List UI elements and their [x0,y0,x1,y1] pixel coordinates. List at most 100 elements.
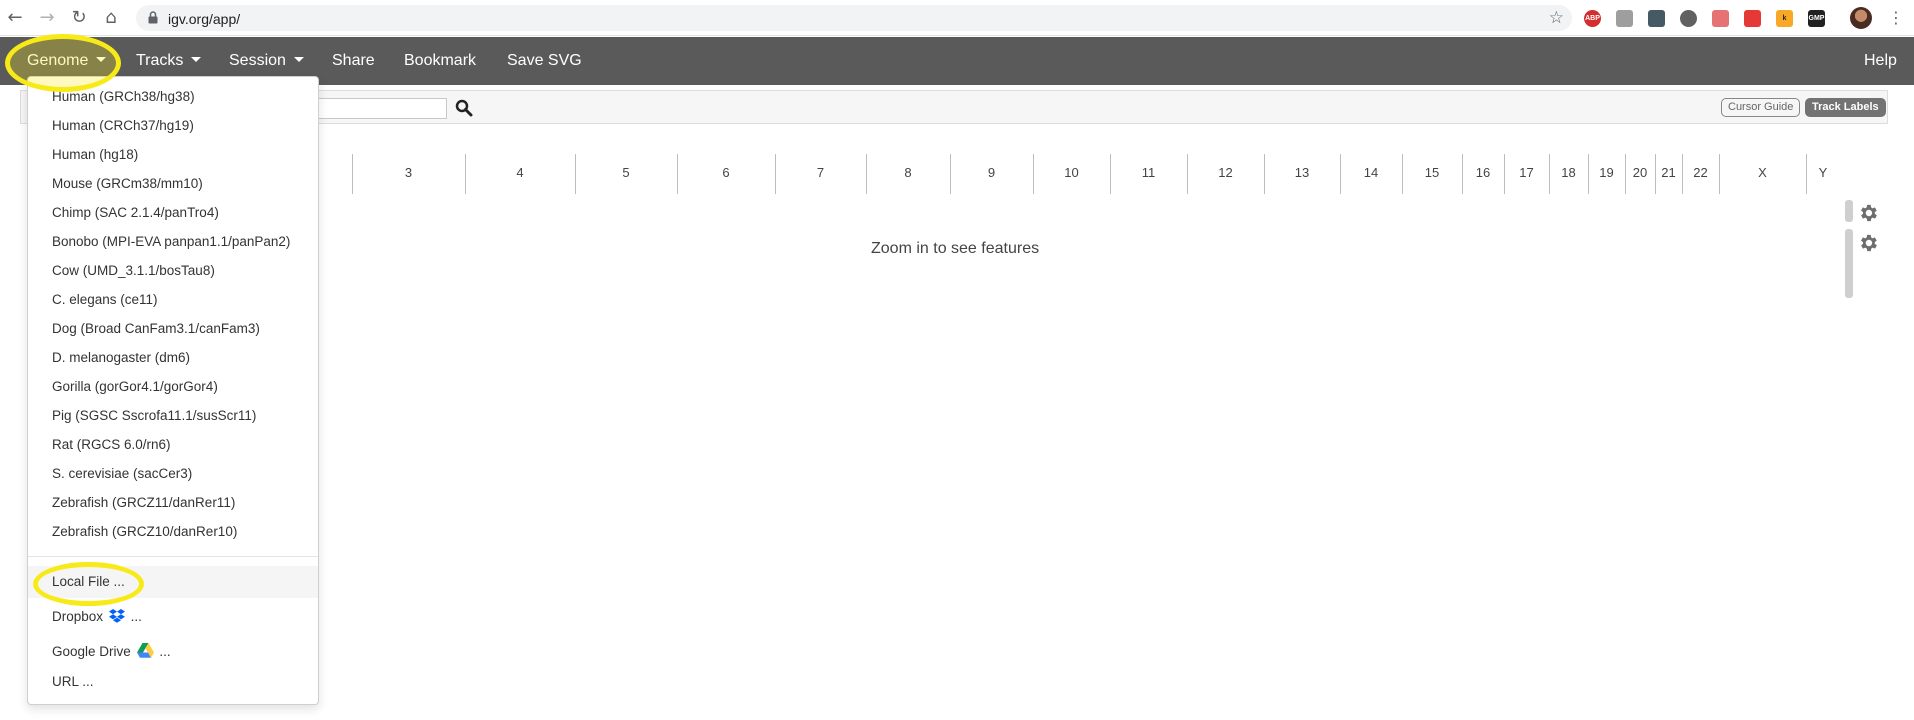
chromosome-label[interactable]: 14 [1356,165,1386,180]
locus-search-input[interactable] [311,98,447,119]
genome-highlight-circle [5,34,121,92]
chromosome-separator [1264,154,1265,194]
menu-item-genome[interactable]: Gorilla (gorGor4.1/gorGor4) [52,379,218,394]
menu-item-genome[interactable]: Zebrafish (GRCZ11/danRer11) [52,495,235,510]
bookmark-button[interactable]: Bookmark [404,37,476,85]
menu-item-dropbox[interactable]: Dropbox ... [52,609,142,624]
chromosome-label[interactable]: 7 [806,165,836,180]
menu-item-url[interactable]: URL ... [52,674,94,689]
chromosome-label[interactable]: 10 [1057,165,1087,180]
chromosome-label[interactable]: 22 [1686,165,1716,180]
chromosome-separator [866,154,867,194]
help-button[interactable]: Help [1864,37,1897,85]
menu-item-genome[interactable]: Pig (SGSC Sscrofa11.1/susScr11) [52,408,256,423]
menu-item-genome[interactable]: S. cerevisiae (sacCer3) [52,466,192,481]
menu-item-genome[interactable]: Rat (RGCS 6.0/rn6) [52,437,171,452]
chromosome-label[interactable]: 17 [1512,165,1542,180]
chromosome-separator [352,154,353,194]
chromosome-label[interactable]: 20 [1625,165,1655,180]
menu-item-genome[interactable]: D. melanogaster (dm6) [52,350,190,365]
caret-down-icon [293,57,304,62]
avatar[interactable] [1850,7,1872,29]
chromosome-separator [1549,154,1550,194]
forward-icon[interactable]: → [36,7,58,29]
chromosome-label[interactable]: 11 [1134,165,1164,180]
chromosome-label[interactable]: 16 [1468,165,1498,180]
extension-icon-6[interactable] [1744,10,1761,27]
menu-item-genome[interactable]: Human (CRCh37/hg19) [52,118,194,133]
back-icon[interactable]: ← [4,7,26,29]
chromosome-label[interactable]: 13 [1287,165,1317,180]
google-drive-label: Google Drive [52,644,131,659]
chromosome-label[interactable]: 8 [893,165,923,180]
extension-icon-3[interactable] [1648,10,1665,27]
chromosome-label[interactable]: 5 [611,165,641,180]
chromosome-separator [775,154,776,194]
share-button[interactable]: Share [332,37,375,85]
browser-menu-icon[interactable]: ⋮ [1888,8,1904,27]
menu-item-genome[interactable]: Human (hg18) [52,147,138,162]
chromosome-separator [1806,154,1807,194]
chromosome-label[interactable]: 19 [1592,165,1622,180]
dropbox-icon [108,609,125,623]
chromosome-label[interactable]: X [1748,165,1778,180]
pdf-extension-icon[interactable] [1712,10,1729,27]
chromosome-separator [1462,154,1463,194]
reload-icon[interactable]: ↻ [68,7,90,29]
extension-icon-4[interactable] [1680,10,1697,27]
menu-divider [28,556,318,557]
chromosome-separator [950,154,951,194]
genome-dropdown-menu: Human (GRCh38/hg38) Human (CRCh37/hg19) Hu… [27,76,319,705]
lock-icon [148,11,158,24]
chromosome-label[interactable]: 6 [711,165,741,180]
chromosome-separator [1682,154,1683,194]
tracks-menu-label: Tracks [136,52,184,69]
chromosome-ideogram[interactable]: 3 4 5 6 7 8 9 10 11 12 13 14 15 16 17 18 19 20 21 22 X Y [340,154,1840,194]
browser-chrome: ← → ↻ ⌂ igv.org/app/ ☆ ABP k GMP ⋮ [0,0,1914,36]
chromosome-label[interactable]: 4 [505,165,535,180]
chromosome-separator [1588,154,1589,194]
search-icon[interactable] [455,99,473,117]
track-scrollbar[interactable] [1845,229,1853,298]
chromosome-label[interactable]: 15 [1417,165,1447,180]
track-labels-button[interactable]: Track Labels [1805,98,1886,117]
chromosome-label[interactable]: 9 [977,165,1007,180]
google-drive-icon [136,643,154,658]
menu-item-genome[interactable]: Zebrafish (GRCZ10/danRer10) [52,524,237,539]
chromosome-separator [465,154,466,194]
chromosome-label[interactable]: 3 [394,165,424,180]
menu-item-genome[interactable]: Bonobo (MPI-EVA panpan1.1/panPan2) [52,234,290,249]
menu-item-genome[interactable]: Mouse (GRCm38/mm10) [52,176,203,191]
chromosome-label[interactable]: 12 [1211,165,1241,180]
track-scrollbar[interactable] [1845,200,1853,222]
adblock-extension-icon[interactable]: ABP [1584,10,1601,27]
chromosome-separator [1187,154,1188,194]
gmp-extension-icon[interactable]: GMP [1808,10,1825,27]
menu-item-genome[interactable]: C. elegans (ce11) [52,292,158,307]
home-icon[interactable]: ⌂ [100,7,122,29]
extension-icon-k[interactable]: k [1776,10,1793,27]
bookmark-star-icon[interactable]: ☆ [1549,8,1564,28]
extension-icon-2[interactable] [1616,10,1633,27]
menu-item-genome[interactable]: Chimp (SAC 2.1.4/panTro4) [52,205,219,220]
menu-item-google-drive[interactable]: Google Drive ... [52,643,171,659]
chromosome-label[interactable]: Y [1808,165,1838,180]
caret-down-icon [191,57,202,62]
chromosome-separator [1504,154,1505,194]
gear-icon[interactable] [1857,202,1879,224]
chromosome-label[interactable]: 18 [1554,165,1584,180]
chromosome-label[interactable]: 21 [1654,165,1684,180]
cursor-guide-button[interactable]: Cursor Guide [1721,98,1801,117]
chromosome-separator [1110,154,1111,194]
google-drive-suffix: ... [159,644,171,659]
dropbox-label: Dropbox [52,609,104,624]
gear-icon[interactable] [1857,232,1879,254]
save-svg-button[interactable]: Save SVG [507,37,582,85]
menu-item-genome[interactable]: Dog (Broad CanFam3.1/canFam3) [52,321,260,336]
chromosome-separator [1340,154,1341,194]
chromosome-separator [1402,154,1403,194]
dropbox-suffix: ... [130,609,142,624]
chromosome-separator [677,154,678,194]
menu-item-genome[interactable]: Cow (UMD_3.1.1/bosTau8) [52,263,215,278]
address-bar[interactable]: igv.org/app/ ☆ [136,5,1572,31]
